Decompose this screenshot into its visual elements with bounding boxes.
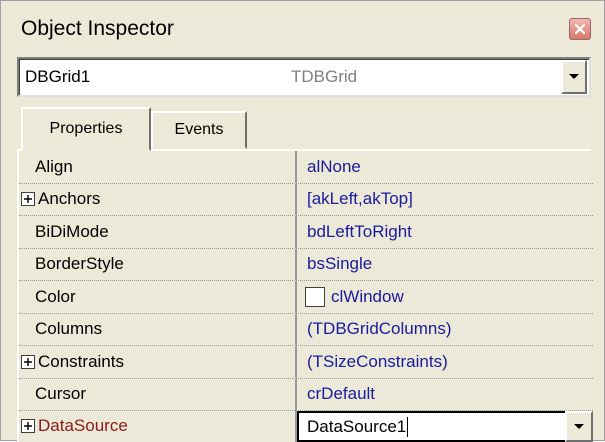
color-swatch bbox=[305, 286, 325, 307]
close-icon[interactable] bbox=[569, 18, 591, 40]
object-inspector-window: Object Inspector DBGrid1 TDBGrid Propert… bbox=[0, 0, 605, 442]
property-value[interactable]: (TSizeConstraints) bbox=[297, 346, 593, 378]
property-value[interactable]: crDefault bbox=[297, 379, 593, 411]
property-value[interactable]: bdLeftToRight bbox=[297, 216, 593, 248]
property-value[interactable]: bsSingle bbox=[297, 249, 593, 281]
datasource-dropdown-button[interactable] bbox=[565, 411, 593, 442]
title-bar: Object Inspector bbox=[15, 9, 593, 49]
expand-plus-icon[interactable] bbox=[21, 354, 35, 369]
property-value[interactable]: alNone bbox=[297, 151, 593, 183]
property-row-bidimode[interactable]: BiDiMode bdLeftToRight bbox=[19, 216, 593, 249]
chevron-down-icon bbox=[574, 423, 584, 429]
tab-properties-label: Properties bbox=[49, 120, 123, 137]
tab-events-label: Events bbox=[174, 121, 224, 138]
expand-plus-icon[interactable] bbox=[21, 418, 35, 433]
property-name: Color bbox=[19, 281, 297, 313]
property-name: Align bbox=[19, 151, 297, 183]
property-name: Constraints bbox=[38, 351, 124, 371]
property-value: clWindow bbox=[331, 286, 404, 306]
tab-properties[interactable]: Properties bbox=[21, 107, 151, 151]
property-grid: Align alNone Anchors [akLeft,akTop] BiDi… bbox=[17, 151, 593, 442]
property-row-align[interactable]: Align alNone bbox=[19, 151, 593, 184]
property-value: DataSource1 bbox=[307, 416, 407, 436]
property-value-cell[interactable]: clWindow bbox=[297, 281, 593, 313]
property-name: Anchors bbox=[38, 189, 101, 209]
property-row-color[interactable]: Color clWindow bbox=[19, 281, 593, 314]
tab-events[interactable]: Events bbox=[151, 111, 247, 149]
property-name: Columns bbox=[19, 313, 297, 345]
property-row-datasource[interactable]: DataSource DataSource1 bbox=[19, 409, 593, 442]
component-dropdown-button[interactable] bbox=[561, 60, 587, 94]
property-row-anchors[interactable]: Anchors [akLeft,akTop] bbox=[19, 183, 593, 216]
property-value[interactable]: [akLeft,akTop] bbox=[297, 184, 593, 216]
property-name: DataSource bbox=[38, 415, 128, 435]
property-name: Cursor bbox=[19, 378, 297, 410]
property-name: BiDiMode bbox=[19, 216, 297, 248]
component-type: TDBGrid bbox=[291, 67, 358, 86]
property-row-columns[interactable]: Columns (TDBGridColumns) bbox=[19, 313, 593, 346]
property-value[interactable]: (TDBGridColumns) bbox=[297, 314, 593, 346]
component-selector[interactable]: DBGrid1 TDBGrid bbox=[17, 57, 591, 97]
property-row-constraints[interactable]: Constraints (TSizeConstraints) bbox=[19, 346, 593, 379]
expand-plus-icon[interactable] bbox=[21, 192, 35, 207]
text-caret bbox=[407, 416, 409, 437]
chevron-down-icon bbox=[569, 74, 579, 79]
property-name: BorderStyle bbox=[19, 248, 297, 280]
property-row-borderstyle[interactable]: BorderStyle bsSingle bbox=[19, 248, 593, 281]
property-row-cursor[interactable]: Cursor crDefault bbox=[19, 378, 593, 411]
window-title: Object Inspector bbox=[21, 17, 174, 40]
property-value-editor[interactable]: DataSource1 bbox=[297, 411, 565, 442]
tab-strip: Properties Events bbox=[17, 105, 591, 151]
component-name: DBGrid1 bbox=[25, 67, 91, 86]
